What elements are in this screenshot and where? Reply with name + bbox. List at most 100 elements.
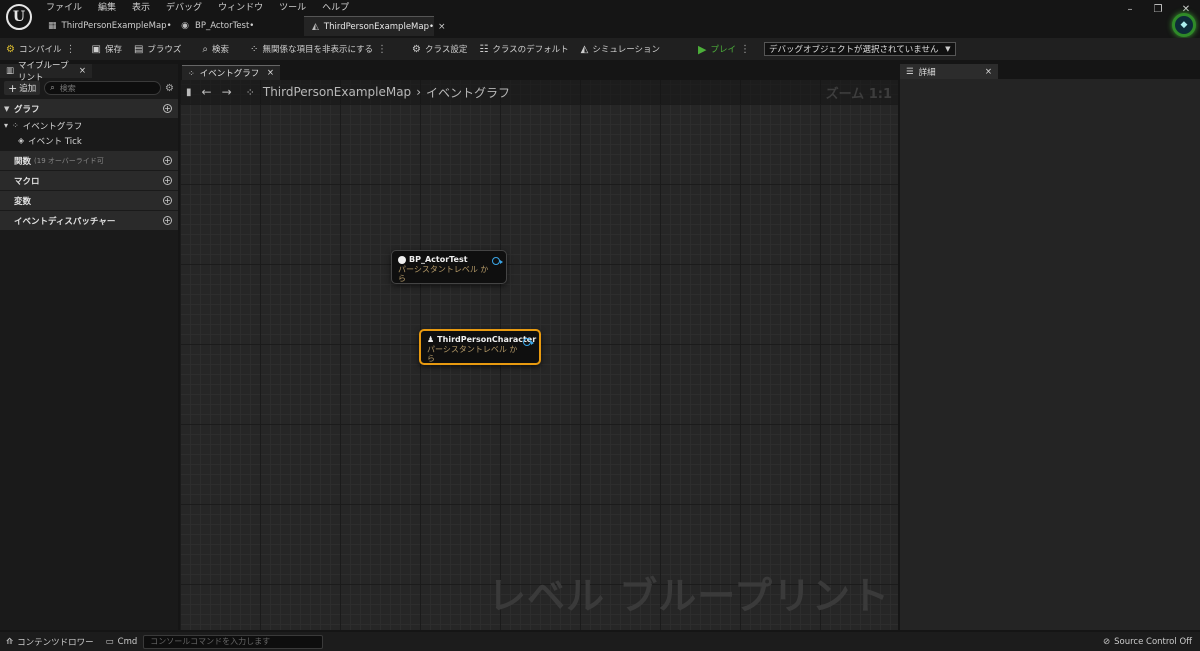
play-icon: ▶ [698, 42, 707, 56]
output-pin-icon[interactable] [492, 257, 503, 265]
category-dispatchers[interactable]: イベントディスパッチャー + [0, 210, 178, 230]
separator [670, 42, 688, 56]
node-title: BP_ActorTest [398, 255, 500, 264]
bookmark-icon[interactable]: ▮ [186, 87, 192, 98]
gear-icon[interactable]: ⚙ [165, 83, 174, 94]
chevron-down-icon: ▼ [945, 45, 951, 53]
console-command-input[interactable]: コンソールコマンドを入力します [143, 634, 324, 649]
node-subtitle: パーシスタントレベル から [427, 345, 518, 363]
gear-icon: ⚙ [412, 43, 421, 55]
restore-icon[interactable]: ❐ [1144, 0, 1172, 20]
category-graphs[interactable]: ▼ グラフ + [0, 98, 178, 118]
separator [239, 42, 240, 56]
add-graph-icon[interactable]: + [163, 104, 172, 113]
toolbar: ⚙ コンパイル ⋮ ▣ 保存 ▤ ブラウズ ⌕ 検索 ⁘ 無関係な項目を非表示に… [0, 38, 1200, 60]
minimize-icon[interactable]: – [1116, 0, 1144, 20]
user-avatar-icon[interactable]: ◆ [1172, 13, 1196, 37]
details-body [900, 79, 1200, 630]
menu-help[interactable]: ヘルプ [314, 2, 357, 14]
blueprint-tab-icon: ▥ [6, 66, 15, 76]
doc-tab-label: BP_ActorTest• [195, 21, 255, 31]
simulation-button[interactable]: ◭ シミュレーション [575, 38, 666, 60]
close-icon[interactable]: × [985, 67, 992, 77]
add-function-icon[interactable]: + [163, 156, 172, 165]
doc-tab-actor-test[interactable]: ◉ BP_ActorTest• [172, 16, 300, 36]
close-icon[interactable]: × [79, 66, 86, 76]
class-defaults-button[interactable]: ☷ クラスのデフォルト [473, 38, 574, 60]
forward-arrow-icon[interactable]: → [222, 85, 232, 99]
breadcrumb-current[interactable]: イベントグラフ [426, 84, 510, 101]
add-button[interactable]: + 追加 [4, 81, 41, 95]
doc-tab-label: ThirdPersonExampleMap• [323, 21, 434, 32]
search-icon: ⌕ [202, 43, 209, 55]
menu-debug[interactable]: デバッグ [158, 2, 210, 14]
title-bar: U ファイル 編集 表示 デバッグ ウィンドウ ツール ヘルプ ▦ ThirdP… [0, 0, 1200, 37]
source-control-status[interactable]: ⊘ Source Control Off [1103, 632, 1192, 651]
category-functions[interactable]: 関数 (19 オーバーライド可 + [0, 150, 178, 170]
more-icon[interactable]: ⋮ [61, 44, 79, 55]
menu-file[interactable]: ファイル [38, 2, 90, 14]
tree-item-event-tick[interactable]: ◈ イベント Tick [0, 133, 178, 148]
compile-icon: ⚙ [6, 43, 15, 55]
close-icon[interactable]: × [267, 68, 274, 78]
separator [191, 42, 192, 56]
graph-canvas[interactable]: ▮ ← → ⁘ ThirdPersonExampleMap › イベントグラフ … [180, 80, 898, 630]
doc-tab-level-blueprint[interactable]: ◭ ThirdPersonExampleMap• × [304, 16, 446, 36]
more-icon[interactable]: ⋮ [736, 44, 754, 55]
play-button[interactable]: ▶ プレイ ⋮ [692, 38, 760, 60]
node-bp-actor-test[interactable]: BP_ActorTest パーシスタントレベル から [391, 250, 507, 284]
details-tab-bar-rest [998, 64, 1200, 79]
terminal-icon: ▭ [105, 636, 114, 647]
menu-tools[interactable]: ツール [271, 2, 314, 14]
graph-watermark: レベル ブループリント [488, 574, 890, 618]
compile-button[interactable]: ⚙ コンパイル ⋮ [0, 38, 85, 60]
tab-event-graph[interactable]: ⁘ イベントグラフ × [182, 65, 280, 80]
search-button[interactable]: ⌕ 検索 [196, 38, 235, 60]
status-bar: ⟰ コンテンツドロワー ▭ Cmd コンソールコマンドを入力します ⊘ Sour… [0, 632, 1200, 651]
unreal-logo-icon[interactable]: U [6, 4, 32, 30]
save-icon: ▣ [91, 43, 101, 55]
back-arrow-icon[interactable]: ← [202, 85, 212, 99]
chevron-down-icon: ▾ [4, 121, 9, 130]
close-icon[interactable]: × [438, 22, 446, 32]
hide-unrelated-button[interactable]: ⁘ 無関係な項目を非表示にする ⋮ [244, 38, 397, 60]
breadcrumb-root[interactable]: ThirdPersonExampleMap [263, 85, 411, 99]
tree-item-event-graph[interactable]: ▾ ⁘ イベントグラフ [0, 118, 178, 133]
my-blueprint-panel: ▥ マイブループリント × + 追加 ⌕ 検索 ⚙ ▼ グラフ + ▾ ⁘ イベ… [0, 61, 178, 630]
add-macro-icon[interactable]: + [163, 176, 172, 185]
blueprint-icon: ◉ [181, 21, 189, 31]
save-button[interactable]: ▣ 保存 [85, 38, 127, 60]
add-dispatcher-icon[interactable]: + [163, 216, 172, 225]
doc-tab-map[interactable]: ▦ ThirdPersonExampleMap• [40, 16, 172, 36]
event-graph-icon: ⁘ [12, 121, 19, 130]
category-macros[interactable]: マクロ + [0, 170, 178, 190]
browse-button[interactable]: ▤ ブラウズ [128, 38, 187, 60]
sliders-icon: ☷ [479, 43, 489, 55]
tab-details[interactable]: ☰ 詳細 × [900, 64, 998, 79]
event-graph-icon: ⁘ [245, 85, 255, 99]
menu-view[interactable]: 表示 [124, 2, 158, 14]
more-icon[interactable]: ⋮ [373, 44, 391, 55]
menu-bar: ファイル 編集 表示 デバッグ ウィンドウ ツール ヘルプ [38, 2, 357, 14]
details-panel: ☰ 詳細 × [900, 64, 1200, 630]
debug-object-select[interactable]: デバッグオブジェクトが選択されていません ▼ [764, 42, 956, 56]
cmd-button[interactable]: ▭ Cmd [100, 632, 144, 651]
left-search-row: + 追加 ⌕ 検索 ⚙ [0, 78, 178, 98]
menu-window[interactable]: ウィンドウ [210, 2, 271, 14]
document-tabs: ▦ ThirdPersonExampleMap• ◉ BP_ActorTest•… [40, 16, 446, 36]
simulation-icon: ◭ [580, 43, 589, 55]
content-drawer-button[interactable]: ⟰ コンテンツドロワー [0, 632, 100, 651]
menu-edit[interactable]: 編集 [90, 2, 124, 14]
actor-icon [398, 255, 406, 264]
node-third-person-character[interactable]: ♟ ThirdPersonCharacter パーシスタントレベル から [419, 329, 541, 365]
node-title: ♟ ThirdPersonCharacter [427, 335, 537, 344]
category-variables[interactable]: 変数 + [0, 190, 178, 210]
class-settings-button[interactable]: ⚙ クラス設定 [406, 38, 473, 60]
level-blueprint-icon: ◭ [312, 21, 319, 32]
doc-tab-label: ThirdPersonExampleMap• [61, 21, 172, 31]
search-input[interactable]: ⌕ 検索 [44, 81, 162, 95]
add-variable-icon[interactable]: + [163, 196, 172, 205]
character-icon: ♟ [427, 335, 435, 344]
my-blueprint-tab[interactable]: ▥ マイブループリント × [0, 61, 92, 83]
output-pin-icon[interactable] [523, 338, 534, 346]
